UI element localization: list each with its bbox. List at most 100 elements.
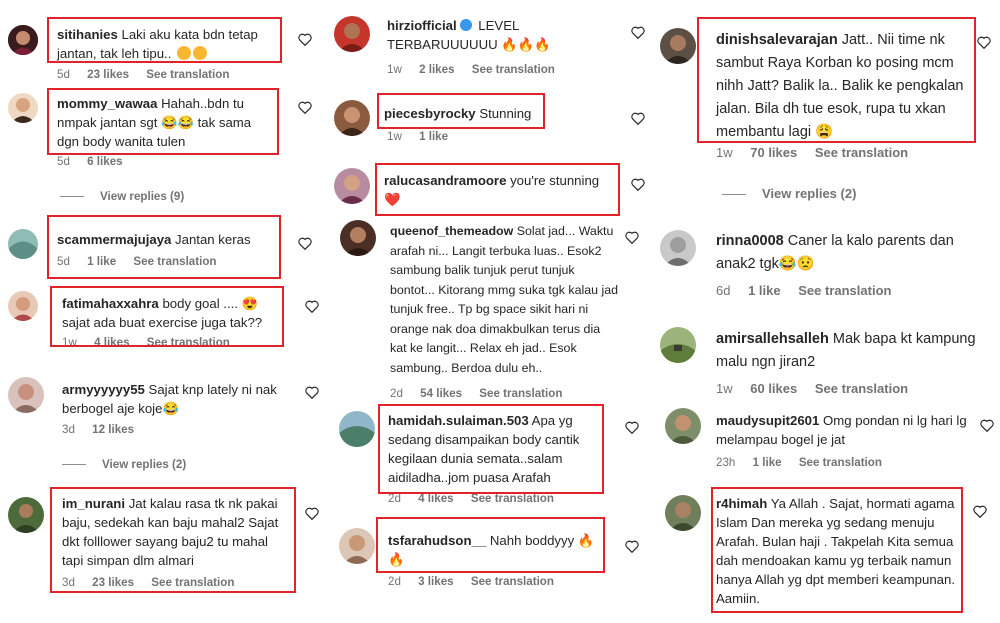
comment-username[interactable]: mommy_wawaa [57,96,157,111]
avatar[interactable] [8,377,44,413]
comment-meta: 1w 4 likes See translation [62,336,244,345]
see-translation-link[interactable]: See translation [472,63,555,76]
comment-age: 3d [62,423,75,436]
likes-count[interactable]: 1 like [419,130,448,143]
avatar[interactable] [8,93,38,123]
like-heart-icon[interactable] [631,112,645,125]
likes-count[interactable]: 54 likes [420,387,462,400]
like-heart-icon[interactable] [305,300,319,313]
comment-text: amirsallehsalleh Mak bapa kt kampung mal… [716,328,976,374]
likes-count[interactable]: 2 likes [419,63,454,76]
avatar[interactable] [8,25,38,55]
comment-meta: 2d 54 likes See translation [390,387,576,400]
comment-age: 5d [57,155,70,168]
see-translation-link[interactable]: See translation [133,255,216,268]
avatar[interactable] [8,291,38,321]
avatar[interactable] [8,229,38,259]
see-translation-link[interactable]: See translation [815,145,908,160]
comment-username[interactable]: tsfarahudson__ [388,533,486,548]
comment-username[interactable]: hamidah.sulaiman.503 [388,413,529,428]
likes-count[interactable]: 23 likes [92,576,134,589]
comment-username[interactable]: hirziofficial [387,18,457,33]
avatar[interactable] [660,230,696,266]
likes-count[interactable]: 1 like [87,255,116,268]
comment-username[interactable]: armyyyyyy55 [62,382,145,397]
comment-username[interactable]: amirsallehsalleh [716,331,829,347]
like-heart-icon[interactable] [631,178,645,191]
comment-meta: 23h 1 like See translation [716,456,896,469]
avatar[interactable] [334,168,370,204]
comment-username[interactable]: fatimahaxxahra [62,296,159,311]
likes-count[interactable]: 23 likes [87,68,129,81]
comment-meta: 2d 3 likes See translation [388,575,568,588]
likes-count[interactable]: 4 likes [94,336,129,345]
comment-meta: 5d 1 like See translation [57,255,231,268]
likes-count[interactable]: 3 likes [418,575,453,588]
see-translation-link[interactable]: See translation [798,283,891,298]
like-heart-icon[interactable] [298,237,312,250]
comment-username[interactable]: r4himah [716,496,767,511]
comment-username[interactable]: dinishsalevarajan [716,32,838,48]
likes-count[interactable]: 1 like [748,283,781,298]
likes-count[interactable]: 70 likes [750,145,797,160]
likes-count[interactable]: 12 likes [92,423,134,436]
avatar[interactable] [660,327,696,363]
like-heart-icon[interactable] [298,33,312,46]
comment-text: mommy_wawaa Hahah..bdn tu nmpak jantan s… [57,94,272,151]
comment-text: hirziofficial LEVEL TERBARUUUUUU 🔥🔥🔥 [387,16,602,54]
likes-count[interactable]: 4 likes [418,492,453,505]
like-heart-icon[interactable] [631,26,645,39]
see-translation-link[interactable]: See translation [147,336,230,345]
comment-username[interactable]: piecesbyrocky [384,106,476,121]
comment-text: sitihanies Laki aku kata bdn tetap janta… [57,25,277,63]
avatar[interactable] [8,497,44,533]
avatar[interactable] [339,411,375,447]
avatar[interactable] [339,528,375,564]
view-replies-link[interactable]: View replies (9) [60,190,184,203]
avatar[interactable] [660,28,696,64]
comment-username[interactable]: im_nurani [62,496,125,511]
like-heart-icon[interactable] [625,231,639,244]
see-translation-link[interactable]: See translation [471,575,554,588]
see-translation-link[interactable]: See translation [146,68,229,81]
comment-age: 1w [387,63,402,76]
comment-body: Jantan keras [175,232,251,247]
like-heart-icon[interactable] [625,421,639,434]
likes-count[interactable]: 60 likes [750,381,797,396]
like-heart-icon[interactable] [977,36,991,49]
see-translation-link[interactable]: See translation [799,456,882,469]
see-translation-link[interactable]: See translation [815,381,908,396]
comment-body: Jatt.. Nii time nk sambut Raya Korban ko… [716,32,964,140]
comment-age: 6d [716,283,731,298]
avatar[interactable] [665,408,701,444]
comment-meta: 2d 4 likes See translation [388,492,568,505]
see-translation-link[interactable]: See translation [471,492,554,505]
comment-text: maudysupit2601 Omg pondan ni lg hari lg … [716,411,976,449]
like-heart-icon[interactable] [298,101,312,114]
comment-age: 5d [57,68,70,81]
see-translation-link[interactable]: See translation [151,576,234,589]
comment-username[interactable]: scammermajujaya [57,232,171,247]
comment-username[interactable]: queenof_themeadow [390,224,513,238]
likes-count[interactable]: 1 like [753,456,782,469]
avatar[interactable] [334,16,370,52]
comment-username[interactable]: rinna0008 [716,233,784,249]
avatar[interactable] [334,100,370,136]
view-replies-link[interactable]: View replies (2) [62,458,186,471]
comment-text: dinishsalevarajan Jatt.. Nii time nk sam… [716,29,966,144]
comment-age: 1w [716,145,733,160]
like-heart-icon[interactable] [305,507,319,520]
comment-username[interactable]: ralucasandramoore [384,173,506,188]
likes-count[interactable]: 6 likes [87,155,122,168]
comment-username[interactable]: maudysupit2601 [716,413,819,428]
like-heart-icon[interactable] [625,540,639,553]
comment-username[interactable]: sitihanies [57,27,118,42]
view-replies-link[interactable]: View replies (2) [722,186,856,201]
avatar[interactable] [665,495,701,531]
see-translation-link[interactable]: See translation [479,387,562,400]
like-heart-icon[interactable] [973,505,987,518]
like-heart-icon[interactable] [980,419,994,432]
avatar[interactable] [340,220,376,256]
comment-age: 5d [57,255,70,268]
like-heart-icon[interactable] [305,386,319,399]
